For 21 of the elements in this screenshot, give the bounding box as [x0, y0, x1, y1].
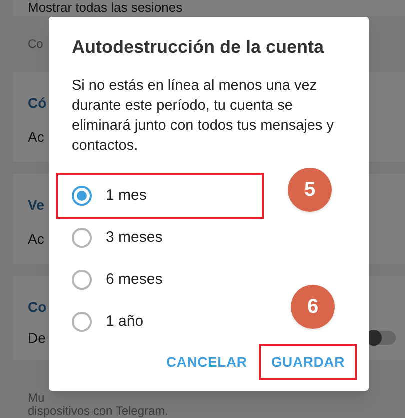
option-label[interactable]: 3 meses: [106, 226, 163, 250]
dialog-title: Autodestrucción de la cuenta: [71, 36, 326, 59]
option-label[interactable]: 1 año: [106, 310, 144, 334]
radio-button[interactable]: [72, 228, 92, 248]
row-label: Mostrar todas las sesiones: [28, 0, 183, 15]
radio-button[interactable]: [72, 270, 92, 290]
section-note: dispositivos con Telegram.: [28, 405, 169, 418]
row-label: De: [28, 328, 46, 348]
radio-button[interactable]: [72, 186, 92, 206]
radio-button[interactable]: [72, 312, 92, 332]
toggle-switch[interactable]: [366, 331, 396, 345]
section-title: Co: [28, 298, 47, 316]
dialog-text: Si no estás en línea al menos una vez durante este período, tu cuenta se eliminará junto con todos tus mensajes y contactos.: [71, 77, 335, 156]
section-note: Mu: [28, 392, 45, 405]
row-label: Ac: [28, 128, 44, 146]
row-label: Ac: [28, 230, 44, 248]
section-note: Co: [28, 38, 44, 50]
section-title: Ve: [28, 196, 44, 214]
option-label[interactable]: 6 meses: [106, 268, 163, 292]
section-title: Có: [28, 94, 47, 112]
option-label[interactable]: 1 mes: [106, 184, 147, 208]
